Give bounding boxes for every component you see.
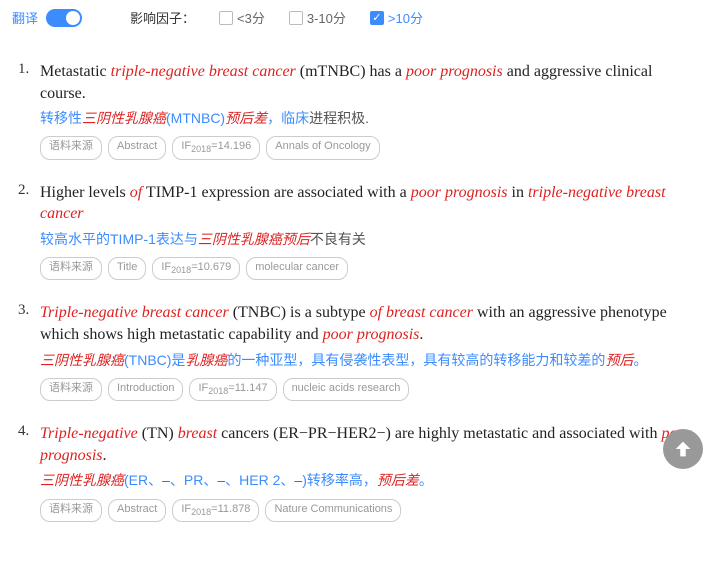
- tag-section[interactable]: Title: [108, 257, 146, 280]
- filter-3-10[interactable]: 3-10分: [289, 8, 346, 27]
- item-body: Metastatic triple-negative breast cancer…: [40, 61, 699, 160]
- results-list: 1.Metastatic triple-negative breast canc…: [0, 61, 717, 532]
- chinese-translation: 三阴性乳腺癌(ER、–、PR、–、HER 2、–)转移率高，预后差。: [40, 470, 699, 490]
- tag-journal[interactable]: Annals of Oncology: [266, 136, 379, 159]
- english-sentence: Metastatic triple-negative breast cancer…: [40, 61, 699, 104]
- checkbox-icon: ✓: [370, 11, 384, 25]
- translate-toggle[interactable]: [46, 9, 82, 27]
- checkbox-icon: [289, 11, 303, 25]
- checkbox-icon: [219, 11, 233, 25]
- result-item: 4.Triple-negative (TN) breast cancers (E…: [18, 423, 699, 522]
- filter-option-label: >10分: [388, 8, 423, 27]
- impact-factor-label: 影响因子：: [130, 8, 195, 27]
- tag-impact-factor[interactable]: IF2018=10.679: [152, 257, 240, 280]
- filter-option-label: <3分: [237, 8, 265, 27]
- scroll-top-button[interactable]: [663, 429, 703, 469]
- item-number: 3.: [18, 302, 40, 401]
- chinese-translation: 三阴性乳腺癌(TNBC)是乳腺癌的一种亚型，具有侵袭性表型，具有较高的转移能力和…: [40, 350, 699, 370]
- tag-section[interactable]: Abstract: [108, 499, 166, 522]
- tag-impact-factor[interactable]: IF2018=14.196: [172, 136, 260, 159]
- tag-source[interactable]: 语料来源: [40, 257, 102, 280]
- tag-section[interactable]: Abstract: [108, 136, 166, 159]
- chinese-translation: 较高水平的TIMP-1表达与三阴性乳腺癌预后不良有关: [40, 229, 699, 249]
- result-item: 1.Metastatic triple-negative breast canc…: [18, 61, 699, 160]
- tag-row: 语料来源 Introduction IF2018=11.147 nucleic aci…: [40, 378, 699, 401]
- result-item: 2.Higher levels of TIMP-1 expression are…: [18, 182, 699, 281]
- item-body: Higher levels of TIMP-1 expression are a…: [40, 182, 699, 281]
- chinese-translation: 转移性三阴性乳腺癌(MTNBC)预后差，临床进程积极.: [40, 108, 699, 128]
- item-body: Triple-negative (TN) breast cancers (ER−…: [40, 423, 699, 522]
- tag-source[interactable]: 语料来源: [40, 136, 102, 159]
- filter-bar: 翻译 影响因子： <3分 3-10分 ✓ >10分: [0, 0, 717, 39]
- filter-gt10[interactable]: ✓ >10分: [370, 8, 423, 27]
- item-number: 2.: [18, 182, 40, 281]
- english-sentence: Higher levels of TIMP-1 expression are a…: [40, 182, 699, 225]
- tag-source[interactable]: 语料来源: [40, 499, 102, 522]
- item-body: Triple-negative breast cancer (TNBC) is …: [40, 302, 699, 401]
- tag-impact-factor[interactable]: IF2018=11.147: [189, 378, 276, 401]
- tag-source[interactable]: 语料来源: [40, 378, 102, 401]
- tag-journal[interactable]: nucleic acids research: [283, 378, 410, 401]
- tag-journal[interactable]: molecular cancer: [246, 257, 348, 280]
- english-sentence: Triple-negative (TN) breast cancers (ER−…: [40, 423, 699, 466]
- item-number: 4.: [18, 423, 40, 522]
- arrow-up-icon: [672, 438, 694, 460]
- tag-row: 语料来源 Abstract IF2018=11.878 Nature Communic…: [40, 499, 699, 522]
- english-sentence: Triple-negative breast cancer (TNBC) is …: [40, 302, 699, 345]
- filter-lt3[interactable]: <3分: [219, 8, 265, 27]
- tag-section[interactable]: Introduction: [108, 378, 183, 401]
- tag-impact-factor[interactable]: IF2018=11.878: [172, 499, 259, 522]
- translate-label: 翻译: [12, 8, 38, 27]
- tag-row: 语料来源 Title IF2018=10.679 molecular cancer: [40, 257, 699, 280]
- tag-row: 语料来源 Abstract IF2018=14.196 Annals of Oncol…: [40, 136, 699, 159]
- tag-journal[interactable]: Nature Communications: [265, 499, 401, 522]
- filter-option-label: 3-10分: [307, 8, 346, 27]
- result-item: 3.Triple-negative breast cancer (TNBC) i…: [18, 302, 699, 401]
- item-number: 1.: [18, 61, 40, 160]
